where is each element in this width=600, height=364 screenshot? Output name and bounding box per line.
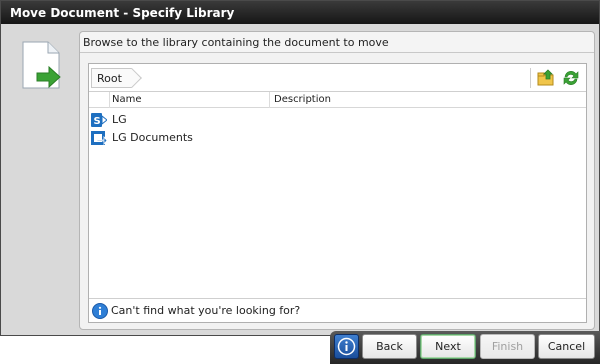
sharepoint-site-icon: S	[91, 113, 107, 127]
move-document-dialog: Move Document - Specify Library Browse t…	[0, 0, 600, 336]
column-description[interactable]: Description	[274, 94, 331, 105]
browser-toolbar: Root	[89, 64, 586, 92]
finish-button[interactable]: Finish	[480, 334, 535, 359]
info-icon	[337, 337, 356, 356]
breadcrumb-root[interactable]: Root	[91, 68, 132, 88]
document-library-icon	[91, 131, 107, 146]
document-move-icon	[22, 41, 61, 89]
next-button[interactable]: Next	[420, 334, 476, 359]
list-item[interactable]: LG Documents	[89, 129, 586, 147]
info-icon	[92, 303, 108, 319]
back-button[interactable]: Back	[362, 334, 417, 359]
help-link-text: Can't find what you're looking for?	[111, 304, 301, 317]
list-item-label: LG	[112, 113, 127, 126]
content-panel: Browse to the library containing the doc…	[79, 31, 595, 330]
up-folder-icon[interactable]	[536, 68, 556, 88]
list-item[interactable]: S LG	[89, 111, 586, 129]
help-link[interactable]: Can't find what you're looking for?	[89, 298, 586, 322]
column-divider	[109, 92, 110, 108]
column-name[interactable]: Name	[112, 94, 142, 105]
cancel-button[interactable]: Cancel	[538, 334, 595, 359]
column-header: Name Description	[89, 92, 586, 108]
library-list: S LG LG Documents	[89, 111, 586, 147]
toolbar-divider	[530, 68, 531, 88]
refresh-icon[interactable]	[561, 68, 581, 88]
wizard-footer: Back Next Finish Cancel	[330, 331, 600, 364]
svg-text:S: S	[94, 116, 101, 127]
list-item-label: LG Documents	[112, 131, 193, 144]
help-button[interactable]	[334, 334, 359, 359]
library-browser: Root Name Description S LG LG Documents …	[88, 63, 587, 323]
dialog-title: Move Document - Specify Library	[1, 1, 599, 24]
column-divider	[269, 92, 270, 108]
instruction-text: Browse to the library containing the doc…	[80, 32, 594, 53]
